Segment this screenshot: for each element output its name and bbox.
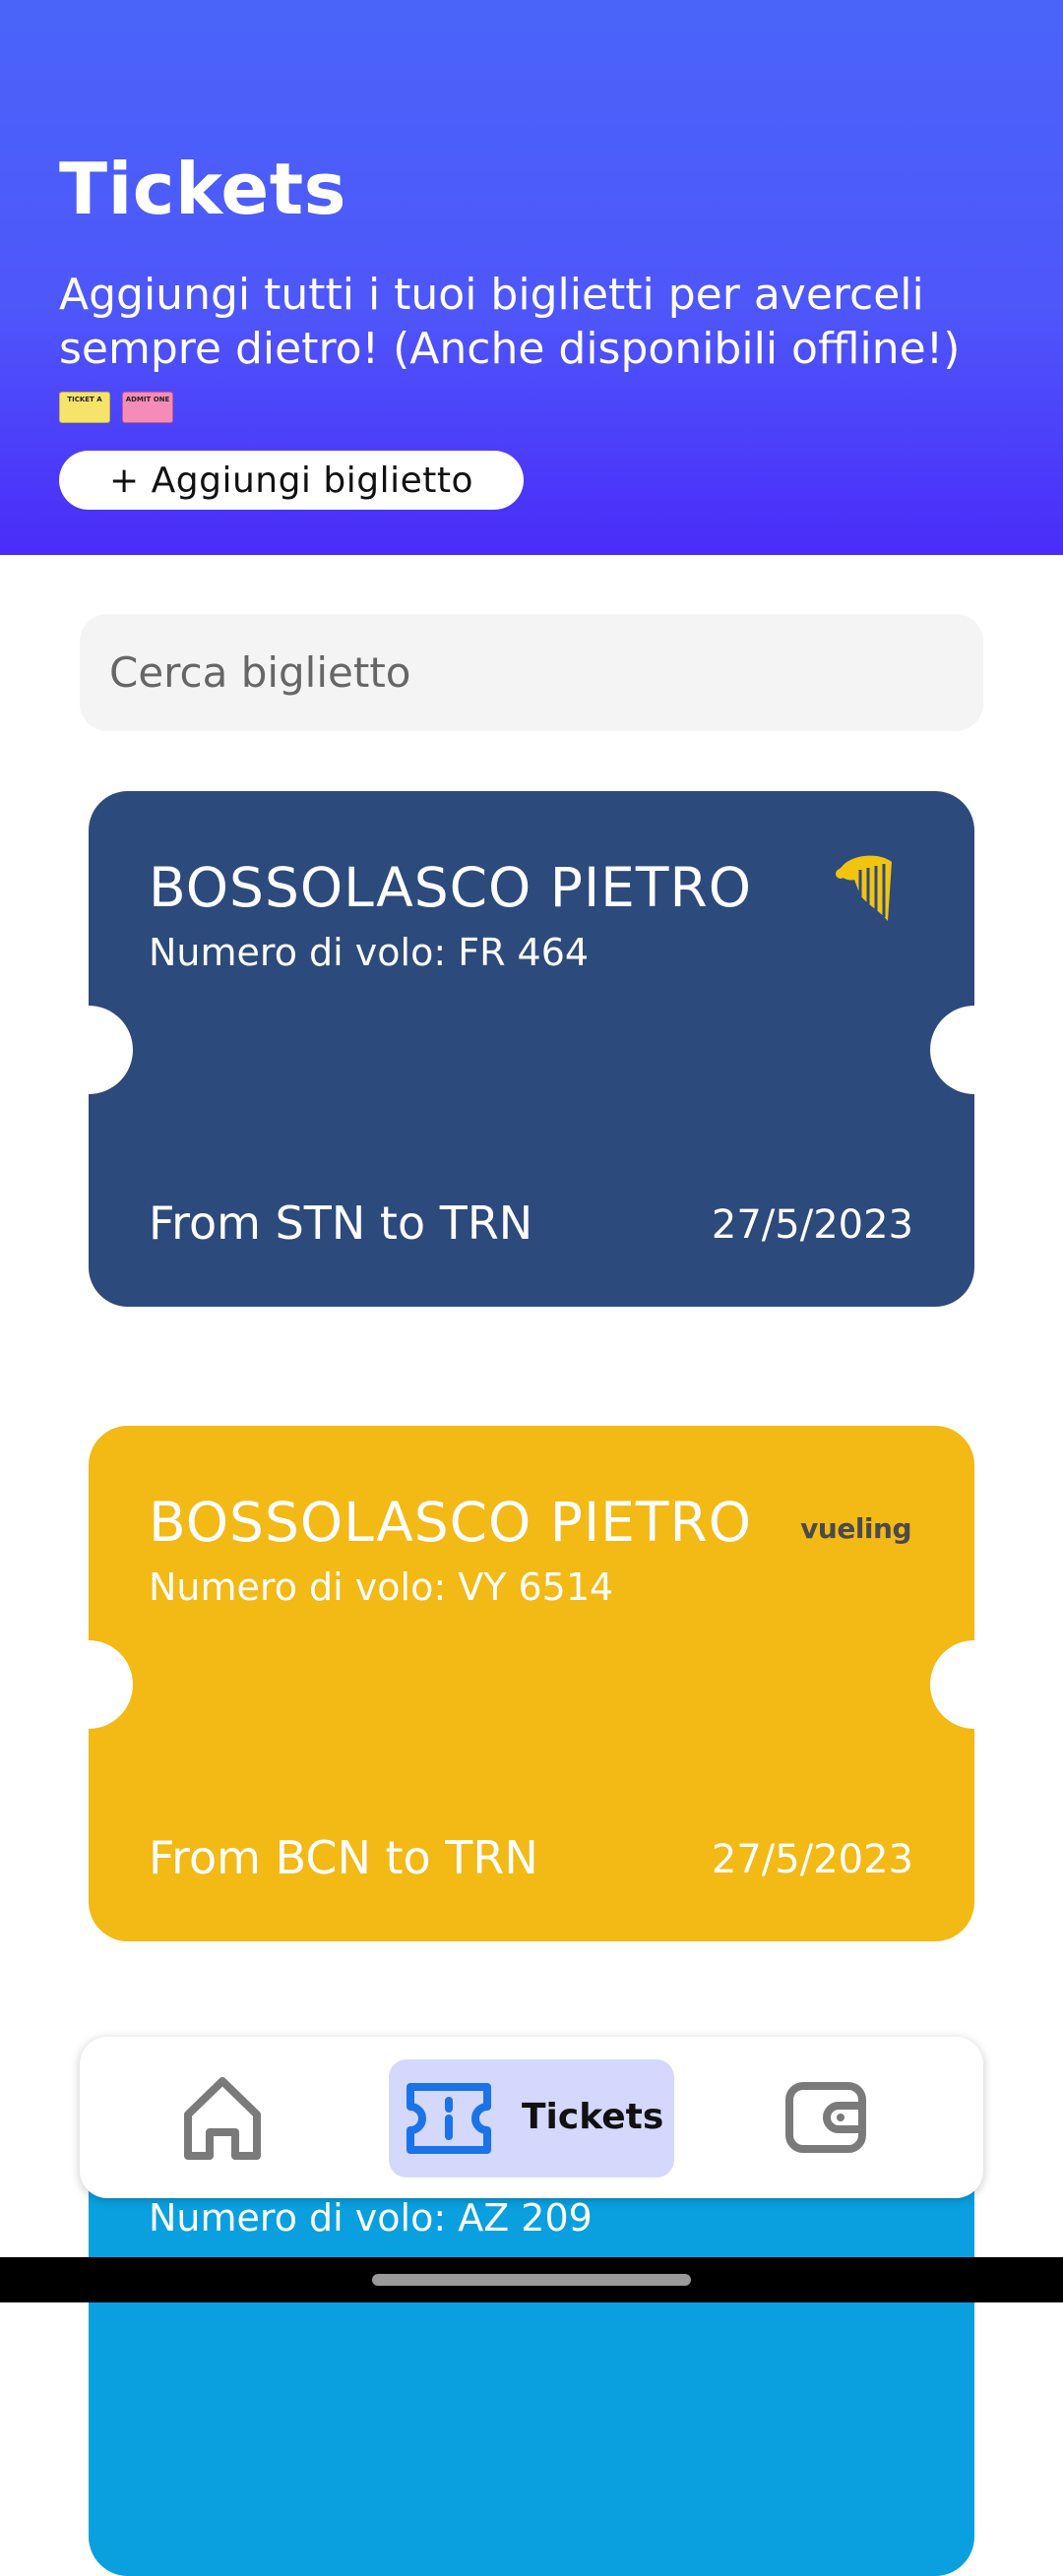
vueling-logo: vueling xyxy=(800,1512,911,1545)
ticket-emoji-icon: TICKET A xyxy=(59,392,110,423)
header: Tickets Aggiungi tutti i tuoi biglietti … xyxy=(0,0,1063,555)
ticket-notch-left xyxy=(44,1640,133,1729)
ticket-flight-number: Numero di volo: AZ 209 xyxy=(149,2196,593,2239)
ticket-notch-left xyxy=(44,1006,133,1094)
ticket-passenger-name: BOSSOLASCO PIETRO xyxy=(149,1491,753,1554)
bottom-navigation: Tickets xyxy=(80,2037,983,2198)
ticket-flight-number: Numero di volo: FR 464 xyxy=(149,931,590,974)
nav-tab-tickets-label: Tickets xyxy=(522,2097,664,2137)
ticket-card-ryanair[interactable]: BOSSOLASCO PIETRO Numero di volo: FR 464… xyxy=(44,791,1019,1307)
search-input[interactable]: Cerca biglietto xyxy=(80,614,983,731)
home-icon[interactable] xyxy=(178,2071,267,2166)
ticket-icon xyxy=(406,2083,491,2154)
home-indicator[interactable] xyxy=(372,2274,691,2286)
ticket-passenger-name: BOSSOLASCO PIETRO xyxy=(149,856,753,919)
ticket-route: From BCN to TRN xyxy=(149,1831,538,1884)
ticket-date: 27/5/2023 xyxy=(711,1202,913,1248)
ticket-card-vueling[interactable]: BOSSOLASCO PIETRO Numero di volo: VY 651… xyxy=(44,1426,1019,1941)
nav-tab-tickets[interactable]: Tickets xyxy=(389,2059,674,2177)
emoji-row: TICKET A ADMIT ONE xyxy=(59,392,173,423)
page-title: Tickets xyxy=(59,148,347,230)
ticket-notch-right xyxy=(930,1640,1019,1729)
ticket-flight-number: Numero di volo: VY 6514 xyxy=(149,1565,614,1609)
ryanair-harp-icon xyxy=(836,855,892,921)
page-subtitle: Aggiungi tutti i tuoi biglietti per aver… xyxy=(59,270,961,374)
ticket-notch-right xyxy=(930,1006,1019,1094)
ticket-route: From STN to TRN xyxy=(149,1196,533,1250)
wallet-icon[interactable] xyxy=(783,2080,868,2155)
admission-ticket-emoji-icon: ADMIT ONE xyxy=(122,392,173,423)
ticket-date: 27/5/2023 xyxy=(711,1837,913,1882)
add-ticket-button[interactable]: + Aggiungi biglietto xyxy=(59,451,524,510)
